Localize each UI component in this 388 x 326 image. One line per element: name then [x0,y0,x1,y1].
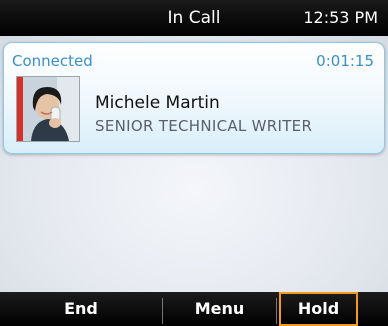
contact-name: Michele Martin [95,93,220,113]
active-call-card[interactable]: Connected 0:01:15 Michele Martin SENIOR … [3,42,385,154]
softkey-bar: End Menu Hold [0,292,388,326]
status-bar: In Call 12:53 PM [0,0,388,36]
menu-button[interactable]: Menu [163,292,276,326]
presence-indicator [17,77,23,141]
call-timer: 0:01:15 [316,52,374,70]
call-status: Connected [12,52,93,70]
softkey-divider [276,298,277,324]
call-area: Connected 0:01:15 Michele Martin SENIOR … [0,36,388,292]
contact-job-title: SENIOR TECHNICAL WRITER [95,117,313,135]
phone-screen: In Call 12:53 PM Connected 0:01:15 Miche… [0,0,388,326]
contact-photo [16,76,80,142]
clock: 12:53 PM [303,8,378,27]
end-call-button[interactable]: End [0,292,162,326]
contact-photo-image [17,77,79,141]
hold-button[interactable]: Hold [279,292,358,326]
